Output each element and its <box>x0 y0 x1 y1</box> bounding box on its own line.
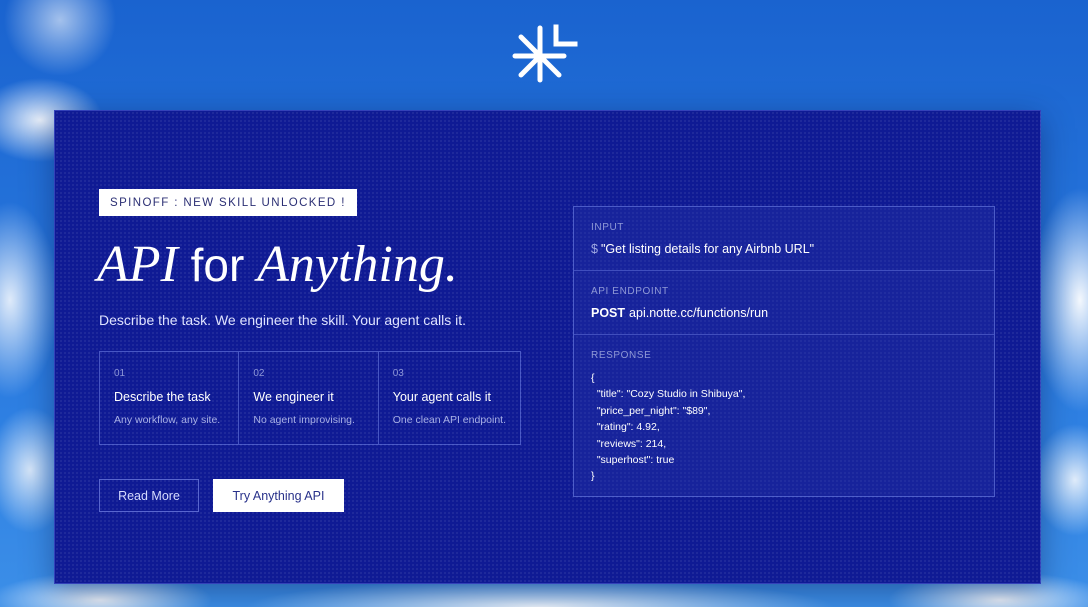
step-number: 03 <box>392 368 404 379</box>
api-example-panel: INPUT $ "Get listing details for any Airb… <box>573 206 995 497</box>
json-line: "price_per_night": "$89", <box>591 404 711 417</box>
http-method: POST <box>591 306 626 320</box>
step-3: 03 Your agent calls it One clean API end… <box>379 352 520 444</box>
step-title: Your agent calls it <box>392 390 491 404</box>
step-2: 02 We engineer it No agent improvising. <box>239 352 379 444</box>
step-1: 01 Describe the task Any workflow, any s… <box>100 352 240 444</box>
endpoint-label: API ENDPOINT <box>591 286 669 297</box>
hero-subtitle: Describe the task. We engineer the skill… <box>99 312 467 328</box>
step-number: 01 <box>114 368 126 379</box>
spinoff-badge: SPINOFF : NEW SKILL UNLOCKED ! <box>99 189 357 216</box>
try-anything-api-button[interactable]: Try Anything API <box>213 479 344 512</box>
steps-grid: 01 Describe the task Any workflow, any s… <box>99 351 521 445</box>
response-label: RESPONSE <box>591 350 652 361</box>
page-title: API for Anything. <box>97 235 458 295</box>
response-section: RESPONSE { "title": "Cozy Studio in Shib… <box>574 335 994 485</box>
response-json: { "title": "Cozy Studio in Shibuya", "pr… <box>591 370 977 485</box>
step-title: We engineer it <box>253 390 334 404</box>
input-value-row: $ "Get listing details for any Airbnb URL… <box>591 242 977 256</box>
input-section: INPUT $ "Get listing details for any Airb… <box>574 207 994 271</box>
headline-api: API <box>97 236 178 293</box>
headline-anything: Anything. <box>257 236 458 293</box>
json-line: "rating": 4.92, <box>591 421 660 434</box>
endpoint-section: API ENDPOINT POST api.notte.cc/functions/… <box>574 271 994 335</box>
json-line: { <box>591 372 595 384</box>
step-description: One clean API endpoint. <box>392 414 506 426</box>
input-label: INPUT <box>591 222 624 233</box>
json-line: "superhost": true <box>591 454 675 467</box>
endpoint-url: api.notte.cc/functions/run <box>629 306 769 320</box>
step-title: Describe the task <box>114 390 211 404</box>
headline-for: for <box>177 239 258 291</box>
json-line: "title": "Cozy Studio in Shibuya", <box>591 388 746 401</box>
json-line: } <box>591 470 595 483</box>
step-description: No agent improvising. <box>253 414 355 426</box>
prompt-symbol: $ <box>591 242 598 256</box>
step-description: Any workflow, any site. <box>114 414 221 426</box>
endpoint-value-row: POST api.notte.cc/functions/run <box>591 306 977 320</box>
asterisk-bracket-logo-icon[interactable] <box>512 22 578 84</box>
json-line: "reviews": 214, <box>591 437 667 450</box>
input-value: "Get listing details for any Airbnb URL" <box>600 242 815 256</box>
step-number: 02 <box>253 368 265 379</box>
hero-card: SPINOFF : NEW SKILL UNLOCKED ! API for A… <box>54 110 1041 584</box>
read-more-button[interactable]: Read More <box>99 479 199 512</box>
